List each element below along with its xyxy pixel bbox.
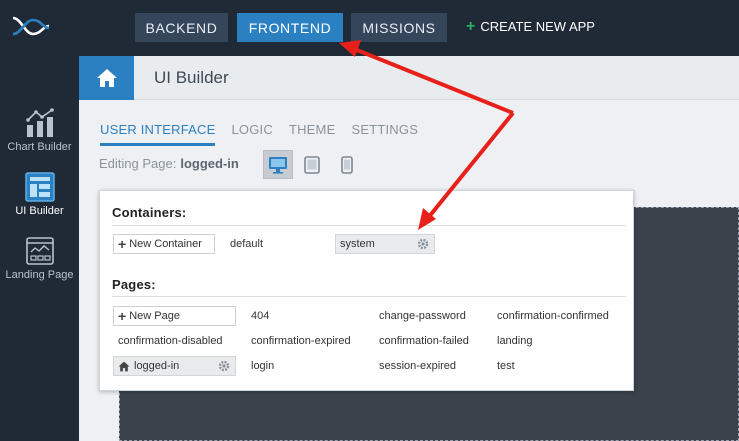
create-new-app-label: CREATE NEW APP: [480, 19, 595, 34]
page-title: UI Builder: [154, 68, 229, 87]
new-container-label: New Container: [129, 238, 202, 250]
new-page-button[interactable]: + New Page: [113, 306, 236, 326]
new-page-label: New Page: [129, 310, 180, 322]
editing-page-prefix: Editing Page:: [99, 156, 177, 171]
tab-logic[interactable]: LOGIC: [231, 122, 272, 146]
container-item-default[interactable]: default: [230, 238, 263, 250]
top-bar: BACKEND FRONTEND MISSIONS + CREATE NEW A…: [0, 0, 739, 56]
container-item-system[interactable]: system: [335, 234, 435, 254]
chart-icon: [25, 108, 54, 137]
tab-user-interface[interactable]: USER INTERFACE: [100, 122, 216, 146]
landing-page-icon: [25, 237, 54, 265]
editing-page-indicator[interactable]: Editing Page: logged-in: [99, 156, 239, 171]
tab-theme[interactable]: THEME: [289, 122, 336, 146]
editing-page-name: logged-in: [180, 156, 239, 171]
app-logo-icon[interactable]: [11, 12, 51, 42]
home-button[interactable]: [79, 56, 134, 100]
container-item-label: system: [340, 238, 375, 250]
sidebar-item-landing-page[interactable]: Landing Page: [0, 236, 79, 281]
page-item-label: logged-in: [134, 360, 180, 372]
missions-button[interactable]: MISSIONS: [351, 13, 447, 42]
page-item-confirmation-expired[interactable]: confirmation-expired: [251, 335, 351, 347]
sidebar-item-label: UI Builder: [15, 205, 64, 217]
tab-settings[interactable]: SETTINGS: [351, 122, 418, 146]
gear-icon[interactable]: [218, 360, 230, 372]
tablet-view-button[interactable]: [297, 150, 327, 179]
desktop-view-button[interactable]: [263, 150, 293, 179]
page-item-landing[interactable]: landing: [497, 335, 532, 347]
sidebar-item-ui-builder[interactable]: UI Builder: [0, 172, 79, 217]
page-item-confirmation-confirmed[interactable]: confirmation-confirmed: [497, 310, 609, 322]
divider: [112, 296, 626, 297]
plus-icon: +: [118, 236, 127, 252]
tab-bar: USER INTERFACE LOGIC THEME SETTINGS: [100, 122, 434, 146]
sidebar-item-label: Chart Builder: [7, 141, 72, 153]
page-item-confirmation-failed[interactable]: confirmation-failed: [379, 335, 469, 347]
sidebar-item-label: Landing Page: [5, 269, 74, 281]
page-container-selector-popup: Containers: + New Container default syst…: [99, 190, 634, 391]
page-item-test[interactable]: test: [497, 360, 515, 372]
tablet-icon: [304, 155, 320, 174]
page-item-session-expired[interactable]: session-expired: [379, 360, 456, 372]
pages-title: Pages:: [112, 277, 156, 292]
create-new-app-button[interactable]: + CREATE NEW APP: [466, 17, 595, 35]
page-item-login[interactable]: login: [251, 360, 274, 372]
containers-title: Containers:: [112, 205, 187, 220]
gear-icon[interactable]: [417, 238, 429, 250]
phone-icon: [341, 155, 353, 174]
frontend-button[interactable]: FRONTEND: [237, 13, 343, 42]
page-item-logged-in[interactable]: logged-in: [113, 356, 236, 376]
page-header: UI Builder: [134, 56, 739, 100]
home-icon: [118, 361, 130, 371]
page-item-confirmation-disabled[interactable]: confirmation-disabled: [118, 335, 223, 347]
divider: [112, 225, 626, 226]
backend-button[interactable]: BACKEND: [135, 13, 228, 42]
sidebar-item-chart-builder[interactable]: Chart Builder: [0, 108, 79, 153]
plus-icon: +: [466, 17, 476, 35]
layout-icon: [24, 172, 55, 202]
home-icon: [96, 69, 117, 87]
new-container-button[interactable]: + New Container: [113, 234, 215, 254]
phone-view-button[interactable]: [332, 150, 362, 179]
plus-icon: +: [118, 308, 127, 324]
page-item-404[interactable]: 404: [251, 310, 269, 322]
sidebar: Chart Builder UI Builder Landing Page: [0, 56, 79, 441]
page-item-change-password[interactable]: change-password: [379, 310, 466, 322]
desktop-icon: [269, 156, 287, 174]
